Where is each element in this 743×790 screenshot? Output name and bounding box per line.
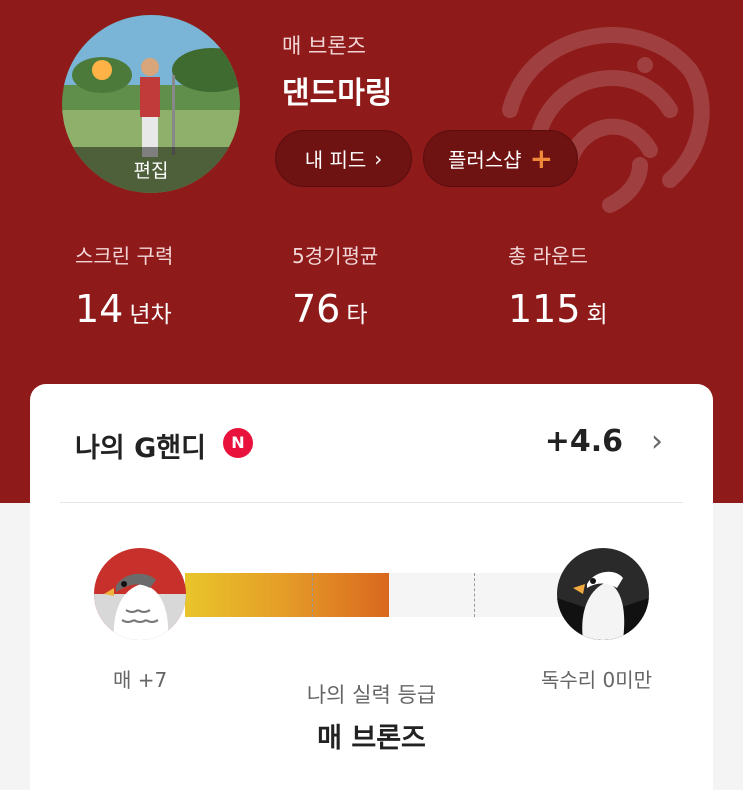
handicap-value: +4.6 [544,424,623,459]
new-badge: N [223,428,253,458]
stat-value: 115 [508,287,581,331]
level-tick [312,573,314,617]
my-feed-button[interactable]: 내 피드 › [275,130,412,187]
grade-label: 매 브론즈 [282,34,366,58]
stat-unit: 회 [586,302,608,328]
avatar[interactable]: 편집 [62,15,240,193]
handicap-title: 나의 G핸디 [75,433,206,464]
stat-screen-years: 스크린 구력 14 년차 [75,240,173,331]
handicap-card: 나의 G핸디 N +4.6 › 매 +7 독수리 0미만 나의 실력 등급 매 … [30,384,713,790]
handicap-row[interactable]: 나의 G핸디 N +4.6 › [30,384,713,502]
level-progress-bar [185,573,570,617]
eagle-icon [557,548,649,640]
divider [60,502,683,503]
my-grade: 매 브론즈 [317,723,426,754]
my-grade-caption: 나의 실력 등급 [306,683,437,707]
plus-icon: + [529,141,554,175]
edit-avatar-button[interactable]: 편집 [62,147,240,193]
stat-avg-5-games: 5경기평균 76 타 [292,240,378,331]
stat-value: 14 [75,287,124,331]
plus-shop-button[interactable]: 플러스샵 + [423,130,578,187]
level-progress-fill [185,573,390,617]
plus-shop-label: 플러스샵 [447,148,522,172]
hawk-watermark-icon [502,27,710,213]
stat-label: 5경기평균 [292,244,379,268]
nickname: 댄드마링 [282,76,393,111]
stat-label: 스크린 구력 [75,244,174,268]
chevron-right-icon: › [374,146,383,171]
my-feed-label: 내 피드 [304,148,367,172]
level-tick [473,573,475,617]
stat-total-rounds: 총 라운드 115 회 [508,240,608,331]
stat-label: 총 라운드 [508,244,588,268]
hawk-icon [94,548,186,640]
stat-unit: 타 [346,302,368,328]
stat-value: 76 [292,287,341,331]
stat-unit: 년차 [129,302,172,328]
chevron-right-icon: › [651,424,663,459]
